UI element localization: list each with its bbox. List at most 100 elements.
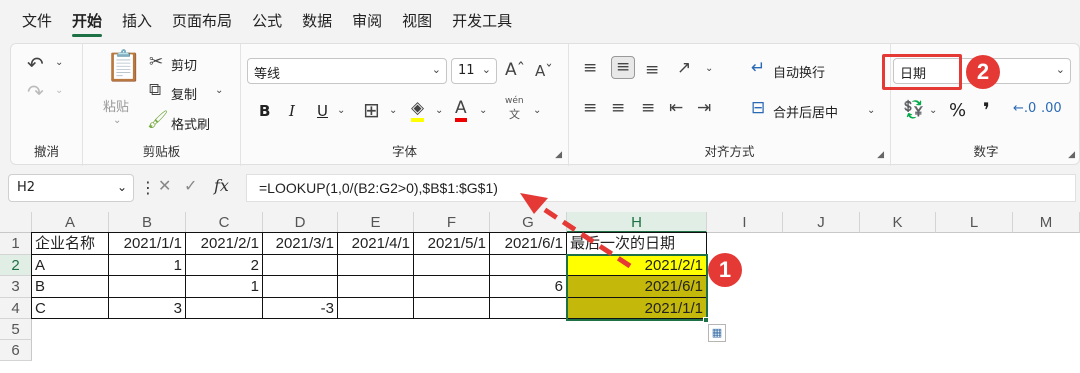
redo-dropdown-icon[interactable]: ⌄	[55, 86, 63, 96]
cell-G2[interactable]	[489, 254, 567, 276]
quick-analysis-icon[interactable]: ▦	[708, 324, 726, 342]
menu-developer[interactable]: 开发工具	[452, 4, 512, 37]
cell-H1[interactable]: 最后一次的日期	[566, 232, 707, 255]
column-header-H[interactable]: H	[567, 212, 707, 233]
cell-G4[interactable]	[489, 297, 567, 319]
cell-A4[interactable]: C	[31, 297, 109, 319]
cell-F2[interactable]	[413, 254, 490, 276]
cell-B3[interactable]	[108, 275, 186, 298]
align-top-icon[interactable]: ≡	[583, 60, 597, 77]
column-header-I[interactable]: I	[707, 212, 783, 233]
font-size-select[interactable]: 11 ⌄	[451, 58, 497, 84]
decrease-decimal-icon[interactable]: .00	[1041, 102, 1062, 115]
menu-view[interactable]: 视图	[402, 4, 432, 37]
currency-icon[interactable]: 💱	[903, 102, 924, 119]
menu-formulas[interactable]: 公式	[252, 4, 282, 37]
currency-dropdown-icon[interactable]: ⌄	[929, 106, 937, 116]
menu-file[interactable]: 文件	[22, 4, 52, 37]
underline-dropdown-icon[interactable]: ⌄	[337, 106, 345, 116]
cell-G3[interactable]: 6	[489, 275, 567, 298]
menu-page-layout[interactable]: 页面布局	[172, 4, 232, 37]
cell-B1[interactable]: 2021/1/1	[108, 232, 186, 255]
cell-D1[interactable]: 2021/3/1	[262, 232, 338, 255]
menu-data[interactable]: 数据	[302, 4, 332, 37]
row-header-4[interactable]: 4	[0, 298, 32, 319]
phonetic-char[interactable]: 文	[509, 106, 520, 122]
cell-D4[interactable]: -3	[262, 297, 338, 319]
copy-button[interactable]: 复制	[171, 84, 197, 103]
align-center-icon[interactable]: ≡	[611, 100, 625, 117]
column-header-D[interactable]: D	[263, 212, 338, 233]
cell-E2[interactable]	[337, 254, 414, 276]
number-dialog-launcher-icon[interactable]: ◢	[1068, 150, 1075, 160]
wrap-text-button[interactable]: 自动换行	[773, 62, 825, 81]
cell-E3[interactable]	[337, 275, 414, 298]
merge-dropdown-icon[interactable]: ⌄	[867, 106, 875, 116]
increase-indent-icon[interactable]: ⇥	[697, 100, 711, 117]
cell-C3[interactable]: 1	[185, 275, 263, 298]
alignment-dialog-launcher-icon[interactable]: ◢	[877, 150, 884, 160]
merge-center-button[interactable]: 合并后居中	[773, 102, 838, 121]
more-icon[interactable]: ⋮	[140, 178, 156, 197]
cell-C4[interactable]	[185, 297, 263, 319]
align-right-icon[interactable]: ≡	[641, 100, 655, 117]
cell-B4[interactable]: 3	[108, 297, 186, 319]
column-header-F[interactable]: F	[414, 212, 490, 233]
row-header-3[interactable]: 3	[0, 276, 32, 298]
cell-E1[interactable]: 2021/4/1	[337, 232, 414, 255]
orientation-dropdown-icon[interactable]: ⌄	[705, 64, 713, 74]
cell-D2[interactable]	[262, 254, 338, 276]
row-header-1[interactable]: 1	[0, 233, 32, 255]
cancel-icon[interactable]: ✕	[158, 176, 171, 195]
format-painter-button[interactable]: 格式刷	[171, 114, 210, 133]
paste-dropdown-icon[interactable]: ⌄	[113, 116, 121, 126]
borders-dropdown-icon[interactable]: ⌄	[389, 106, 397, 116]
column-header-B[interactable]: B	[109, 212, 186, 233]
undo-dropdown-icon[interactable]: ⌄	[55, 58, 63, 68]
underline-button[interactable]: U	[317, 102, 328, 120]
cell-C1[interactable]: 2021/2/1	[185, 232, 263, 255]
increase-font-icon[interactable]: Aˆ	[505, 62, 525, 79]
paste-button[interactable]: 粘贴	[103, 96, 129, 115]
cell-A2[interactable]: A	[31, 254, 109, 276]
font-dialog-launcher-icon[interactable]: ◢	[555, 150, 562, 160]
name-box[interactable]: H2 ⌄	[8, 174, 134, 202]
column-header-C[interactable]: C	[186, 212, 263, 233]
percent-button[interactable]: %	[949, 100, 966, 121]
column-header-G[interactable]: G	[490, 212, 567, 233]
column-header-J[interactable]: J	[783, 212, 860, 233]
orientation-icon[interactable]: ↗	[677, 60, 691, 77]
menu-review[interactable]: 审阅	[352, 4, 382, 37]
cell-F4[interactable]	[413, 297, 490, 319]
row-header-2[interactable]: 2	[0, 255, 32, 276]
cut-button[interactable]: 剪切	[171, 55, 197, 74]
menu-home[interactable]: 开始	[72, 4, 103, 37]
decrease-font-icon[interactable]: Aˇ	[535, 64, 553, 79]
insert-function-icon[interactable]: fx	[214, 176, 229, 195]
bold-button[interactable]: B	[259, 102, 270, 120]
cell-B2[interactable]: 1	[108, 254, 186, 276]
column-header-A[interactable]: A	[32, 212, 109, 233]
column-header-K[interactable]: K	[860, 212, 936, 233]
increase-decimal-icon[interactable]: ←.0	[1013, 102, 1036, 115]
redo-icon[interactable]: ↷	[27, 82, 44, 102]
fill-handle[interactable]	[703, 317, 709, 323]
enter-icon[interactable]: ✓	[184, 176, 197, 195]
cell-A1[interactable]: 企业名称	[31, 232, 109, 255]
column-header-E[interactable]: E	[338, 212, 414, 233]
fill-color-dropdown-icon[interactable]: ⌄	[435, 106, 443, 116]
phonetic-label[interactable]: wén	[505, 96, 524, 106]
menu-insert[interactable]: 插入	[122, 4, 152, 37]
font-name-select[interactable]: 等线 ⌄	[247, 58, 447, 84]
italic-button[interactable]: I	[289, 102, 295, 120]
paste-icon[interactable]: 📋	[105, 52, 142, 82]
cell-C2[interactable]: 2	[185, 254, 263, 276]
font-color-icon[interactable]: A	[455, 100, 467, 122]
row-header-5[interactable]: 5	[0, 319, 32, 340]
cell-A3[interactable]: B	[31, 275, 109, 298]
row-header-6[interactable]: 6	[0, 340, 32, 361]
decrease-indent-icon[interactable]: ⇤	[669, 100, 683, 117]
phonetic-dropdown-icon[interactable]: ⌄	[533, 106, 541, 116]
column-header-M[interactable]: M	[1013, 212, 1080, 233]
cell-D3[interactable]	[262, 275, 338, 298]
